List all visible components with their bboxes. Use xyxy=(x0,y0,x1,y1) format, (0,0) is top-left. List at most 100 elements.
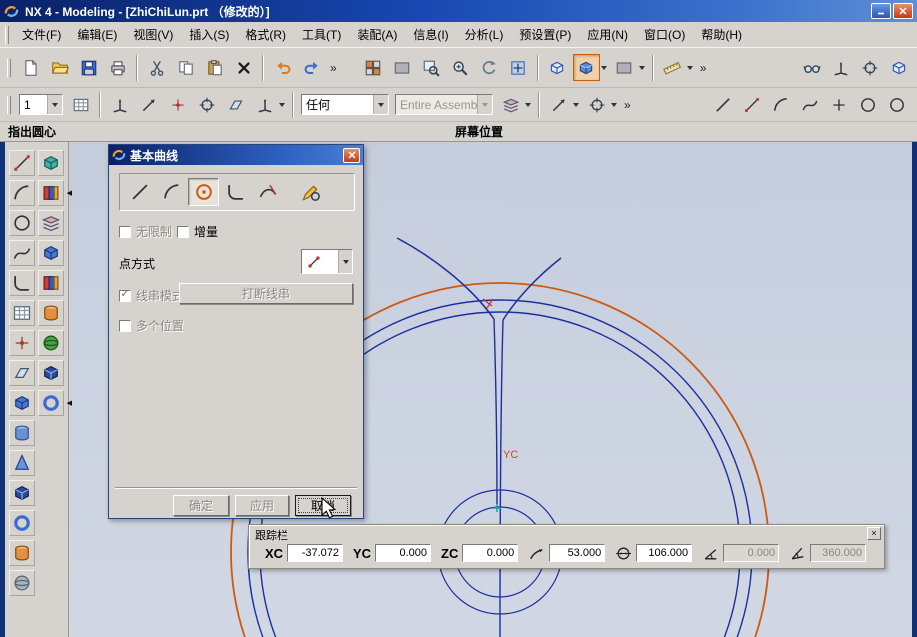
delete-button[interactable] xyxy=(230,54,257,81)
measure-dropdown-arrow[interactable] xyxy=(687,66,693,70)
wcs-origin-dropdown-arrow[interactable] xyxy=(279,103,285,107)
tooth-line-left[interactable] xyxy=(494,319,497,504)
extrude-tool-button[interactable] xyxy=(9,390,35,416)
paste-button[interactable] xyxy=(201,54,228,81)
toolbar-grip-2[interactable] xyxy=(7,96,11,114)
unbounded-checkbox-box[interactable] xyxy=(119,226,131,238)
hole-feature-button[interactable]: ◀ xyxy=(38,390,64,416)
wcs-rotate-button[interactable] xyxy=(135,91,162,118)
dialog-close-button[interactable] xyxy=(343,148,360,163)
flyout-arrow[interactable]: ◀ xyxy=(67,399,72,407)
toolbar-grip[interactable] xyxy=(7,59,11,77)
menu-file[interactable]: 文件(F) xyxy=(14,23,69,46)
visual-preferences-button[interactable] xyxy=(798,54,825,81)
diameter-field[interactable]: 106.000 xyxy=(636,544,692,562)
menu-help[interactable]: 帮助(H) xyxy=(693,23,750,46)
measure-button[interactable] xyxy=(659,54,686,81)
wcs-origin-button[interactable] xyxy=(251,91,278,118)
point-method-combo[interactable] xyxy=(301,249,353,274)
menu-view[interactable]: 视图(V) xyxy=(125,23,181,46)
transform-button[interactable] xyxy=(545,91,572,118)
fillet-curve-button[interactable] xyxy=(220,178,251,206)
string-mode-checkbox-box[interactable] xyxy=(119,290,131,302)
flyout-arrow[interactable]: ◀ xyxy=(67,189,72,197)
trim-curve-button[interactable] xyxy=(252,178,283,206)
string-mode-checkbox[interactable]: 线串模式 xyxy=(119,287,184,304)
zoom-in-out-button[interactable] xyxy=(447,54,474,81)
solid-block-button[interactable] xyxy=(38,240,64,266)
transform-dropdown-arrow[interactable] xyxy=(573,103,579,107)
basic-circle-button[interactable] xyxy=(854,91,881,118)
move-object-button[interactable] xyxy=(583,91,610,118)
cut-button[interactable] xyxy=(143,54,170,81)
tracking-bar-close-button[interactable]: × xyxy=(867,527,881,540)
menu-tools[interactable]: 工具(T) xyxy=(294,23,349,46)
line-two-points-button[interactable] xyxy=(738,91,765,118)
selection-filter-arrow[interactable] xyxy=(373,95,388,114)
block-tool-button[interactable] xyxy=(9,480,35,506)
point-button[interactable] xyxy=(825,91,852,118)
menu-preferences[interactable]: 预设置(P) xyxy=(511,23,579,46)
snap-target-button[interactable] xyxy=(193,91,220,118)
menu-application[interactable]: 应用(N) xyxy=(579,23,636,46)
zc-field[interactable]: 0.000 xyxy=(462,544,518,562)
selection-filter-combo[interactable]: 任何 xyxy=(301,94,389,115)
orient-csys-button[interactable] xyxy=(827,54,854,81)
full-circle-button[interactable] xyxy=(883,91,910,118)
yc-field[interactable]: 0.000 xyxy=(375,544,431,562)
increment-checkbox[interactable]: 增量 xyxy=(177,223,218,240)
redo-button[interactable] xyxy=(298,54,325,81)
dialog-title-bar[interactable]: 基本曲线 xyxy=(109,145,363,165)
wcs-orient-button[interactable] xyxy=(222,91,249,118)
datum-plane-tool-button[interactable] xyxy=(9,360,35,386)
rotate-view-button[interactable] xyxy=(476,54,503,81)
shaded-display-button[interactable] xyxy=(573,54,600,81)
boss-feature-button[interactable] xyxy=(38,300,64,326)
spline-tool-button[interactable] xyxy=(9,240,35,266)
tube-tool-button[interactable] xyxy=(9,510,35,536)
layer-combo[interactable]: 1 xyxy=(19,94,63,115)
unbounded-checkbox[interactable]: 无限制 xyxy=(119,223,172,240)
menu-edit[interactable]: 编辑(E) xyxy=(69,23,125,46)
menu-grip[interactable] xyxy=(5,26,9,44)
toolbar-overflow-chevron[interactable]: » xyxy=(624,98,631,112)
boss-tool-button[interactable] xyxy=(9,540,35,566)
undo-button[interactable] xyxy=(269,54,296,81)
block-feature-button[interactable] xyxy=(38,360,64,386)
menu-window[interactable]: 窗口(O) xyxy=(636,23,693,46)
menu-format[interactable]: 格式(R) xyxy=(237,23,294,46)
layer-settings-button[interactable] xyxy=(67,91,94,118)
increment-checkbox-box[interactable] xyxy=(177,226,189,238)
snap-point-button[interactable] xyxy=(856,54,883,81)
class-selection-dropdown-arrow[interactable] xyxy=(525,103,531,107)
class-selection-button[interactable] xyxy=(497,91,524,118)
revolve-tool-button[interactable] xyxy=(9,420,35,446)
menu-insert[interactable]: 插入(S) xyxy=(181,23,237,46)
point-method-combo-arrow[interactable] xyxy=(338,250,352,273)
center-line[interactable] xyxy=(500,320,503,637)
studio-spline-button[interactable] xyxy=(796,91,823,118)
close-button[interactable] xyxy=(893,3,913,19)
basic-line-button[interactable] xyxy=(709,91,736,118)
feature-library-button[interactable]: ◀ xyxy=(38,180,64,206)
edit-curve-parameters-curve-button[interactable] xyxy=(295,178,326,206)
feature-cube-button[interactable] xyxy=(38,150,64,176)
layer-stack-button[interactable] xyxy=(38,210,64,236)
copy-button[interactable] xyxy=(172,54,199,81)
xc-field[interactable]: -37.072 xyxy=(287,544,343,562)
shaded-display-dropdown-arrow[interactable] xyxy=(601,66,607,70)
wireframe-display-button[interactable] xyxy=(544,54,571,81)
wcs-dynamics-button[interactable] xyxy=(106,91,133,118)
hide-geometry-button[interactable] xyxy=(389,54,416,81)
tracking-bar[interactable]: 跟踪栏 × XC-37.072YC0.000ZC0.00053.000106.0… xyxy=(248,524,885,569)
toolbar-overflow-chevron[interactable]: » xyxy=(330,61,337,75)
display-options-button[interactable] xyxy=(611,54,638,81)
involute-curve-left[interactable] xyxy=(397,238,494,319)
toolbar-overflow-chevron[interactable]: » xyxy=(700,61,707,75)
sphere-tool-button[interactable] xyxy=(9,570,35,596)
menu-assemblies[interactable]: 装配(A) xyxy=(349,23,405,46)
multiple-positions-checkbox[interactable]: 多个位置 xyxy=(119,317,184,334)
circle-tool-button[interactable] xyxy=(9,210,35,236)
arc-curve-button[interactable] xyxy=(156,178,187,206)
minimize-button[interactable] xyxy=(871,3,891,19)
